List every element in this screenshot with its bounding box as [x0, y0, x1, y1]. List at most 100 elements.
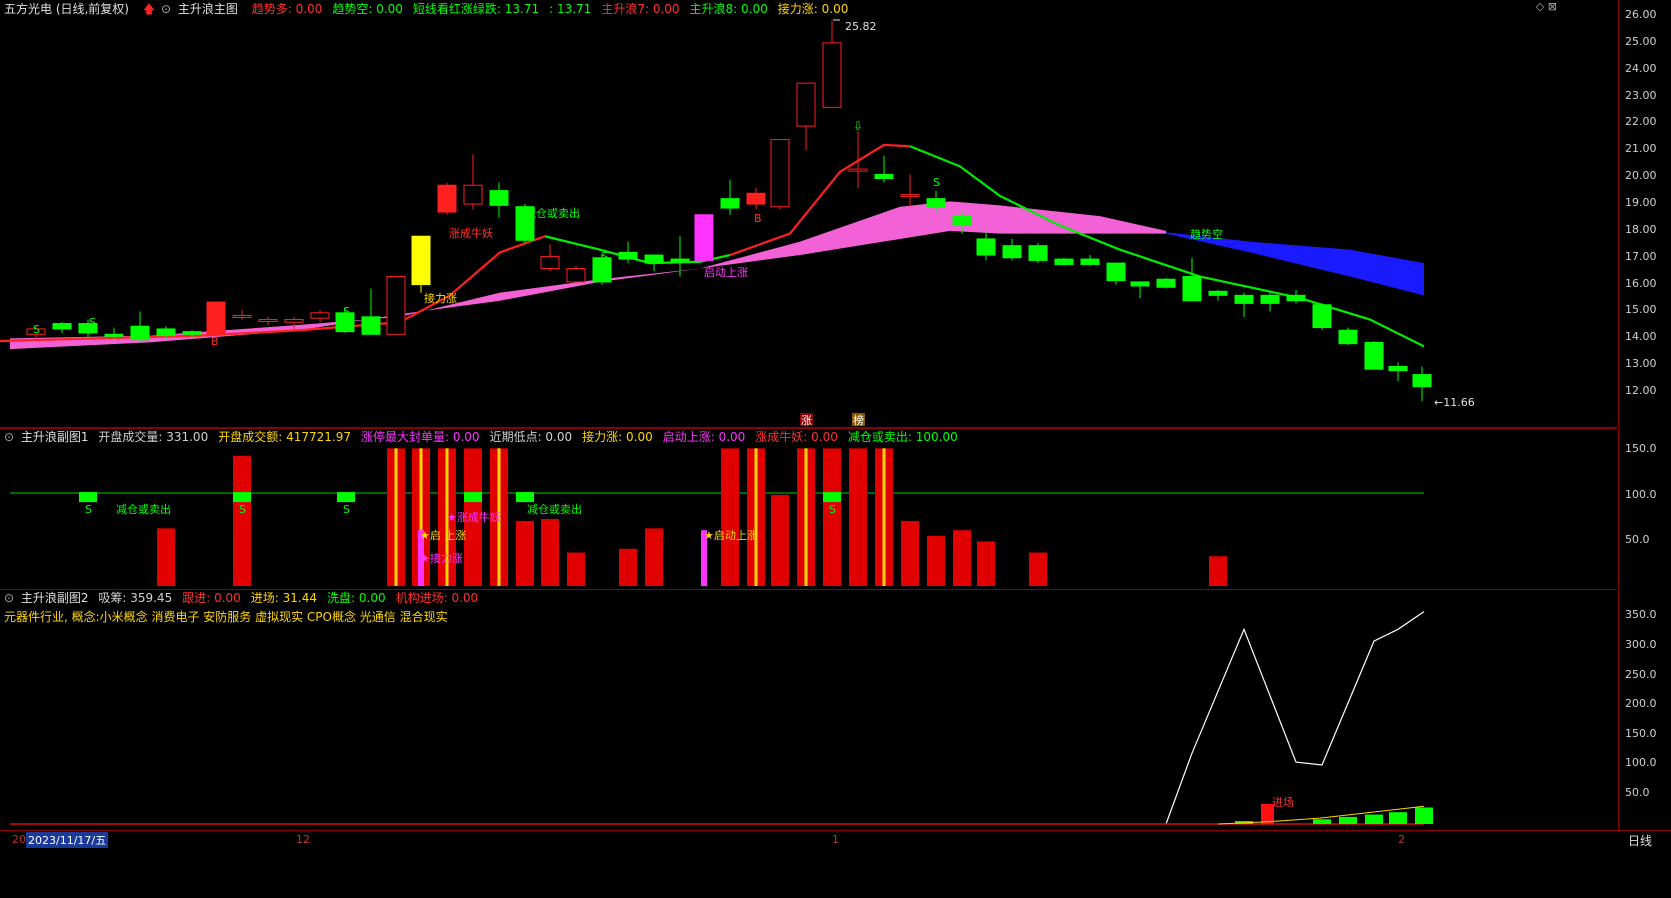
candle-body	[52, 323, 72, 330]
sub1-tick-2: 50.0	[1625, 533, 1650, 546]
main-chart-pane[interactable]: 五方光电 (日线,前复权) 🡅 ⊙ 主升浪主图 趋势多: 0.00 趋势空: 0.…	[0, 0, 1617, 428]
yellow-stripe	[394, 448, 398, 586]
candle-body	[361, 316, 381, 335]
candle-body	[182, 331, 202, 335]
volume-bar	[645, 528, 663, 586]
volume-bar	[567, 552, 585, 586]
candle-body	[694, 214, 714, 261]
label-jiancang: 减仓或卖出	[527, 502, 582, 516]
candle-body	[1182, 276, 1202, 302]
entry-bar	[1389, 812, 1407, 824]
candle-body	[1412, 374, 1432, 388]
candle-body	[952, 215, 972, 227]
candle-body	[976, 238, 996, 256]
sub2-line-chart[interactable]: 进场	[0, 590, 1617, 830]
label-qidong: ★启动上涨	[704, 529, 758, 542]
main-tick-14: 12.00	[1625, 384, 1657, 398]
entry-bar	[1365, 814, 1383, 824]
candle-body	[670, 258, 690, 262]
main-tick-8: 18.00	[1625, 222, 1657, 236]
s-signal: S	[85, 503, 92, 516]
candle-body	[1156, 278, 1176, 288]
volume-bar	[977, 541, 995, 586]
low-price-label: ←11.66	[1434, 396, 1475, 409]
high-price-label: 25.82	[845, 20, 877, 33]
main-tick-6: 20.00	[1625, 169, 1657, 183]
label-jieli: ★接力涨	[420, 552, 463, 565]
volume-bar	[1209, 556, 1227, 586]
b-signal: B	[211, 335, 219, 348]
main-tick-11: 15.00	[1625, 303, 1657, 317]
sub2-tick-3: 200.0	[1625, 697, 1657, 710]
sub1-pane[interactable]: ⊙ 主升浪副图1 开盘成交量: 331.00 开盘成交额: 417721.97 涨停…	[0, 428, 1617, 590]
label-qidong-2: ★启 上涨	[420, 529, 466, 542]
sub2-pane[interactable]: ⊙ 主升浪副图2 吸筹: 359.45 跟进: 0.00 进场: 31.44 洗盘: …	[0, 589, 1617, 831]
candlestick-chart[interactable]: 涨成牛妖 减仓或卖出启动上涨接力涨 趋势空 S S S S S B B 25.82 ←11.66 ⇩ 涨 榜	[0, 0, 1617, 427]
sub2-axis: 350.0 300.0 250.0 200.0 150.0 100.0 50.0	[1618, 589, 1671, 829]
s-signal: S	[33, 323, 40, 336]
candle-body	[1054, 258, 1074, 265]
candle-body	[1388, 366, 1408, 372]
main-tick-13: 13.00	[1625, 357, 1657, 371]
sub1-tick-1: 100.0	[1625, 488, 1657, 501]
volume-bar	[1029, 552, 1047, 586]
down-arrow-icon: ⇩	[853, 119, 863, 133]
candle-body	[489, 190, 509, 206]
cursor-date: 2023/11/17/五	[26, 832, 109, 848]
candle-body	[156, 328, 176, 337]
yellow-stripe	[804, 448, 808, 586]
candle-body	[310, 312, 330, 319]
candle-body	[206, 301, 226, 335]
candle-body	[1130, 281, 1150, 287]
ma-band	[10, 201, 1166, 350]
label-jiancang: 减仓或卖出	[525, 206, 580, 220]
candle-body	[900, 194, 920, 198]
candle-body	[1106, 262, 1126, 282]
marker-bang: 榜	[853, 413, 864, 427]
main-tick-4: 22.00	[1625, 115, 1657, 129]
candle-body	[1338, 329, 1358, 345]
sub2-tick-2: 250.0	[1625, 668, 1657, 681]
volume-bar	[953, 530, 971, 586]
candle-body	[386, 276, 406, 335]
sub1-tick-0: 150.0	[1625, 442, 1657, 455]
candle-body	[104, 333, 124, 337]
sub1-bar-chart[interactable]: 减仓或卖出 减仓或卖出 ★启动上涨 ★涨成牛妖 ★接力涨 ★启 上涨 S S S S	[0, 429, 1617, 589]
candle-body	[618, 251, 638, 260]
label-entry: 进场	[1272, 795, 1294, 809]
s-signal: S	[343, 503, 350, 516]
sell-signal-bar	[79, 492, 97, 503]
yellow-stripe	[754, 448, 758, 586]
sell-signal-bar	[516, 492, 534, 503]
b-signal: B	[754, 212, 762, 225]
candle-body	[232, 314, 252, 318]
sub2-tick-5: 100.0	[1625, 756, 1657, 769]
sell-signal-bar	[233, 492, 251, 503]
volume-bar	[233, 455, 251, 586]
s-signal: S	[239, 503, 246, 516]
sub2-tick-6: 50.0	[1625, 786, 1650, 799]
candle-body	[926, 198, 946, 208]
time-month-1: 1	[832, 833, 839, 846]
yellow-stripe	[882, 448, 886, 586]
main-tick-12: 14.00	[1625, 330, 1657, 344]
label-zhangcheng: ★涨成牛妖	[447, 510, 501, 524]
sell-signal-bar	[337, 492, 355, 503]
period-label[interactable]: 日线	[1628, 832, 1652, 849]
candle-body	[796, 82, 816, 127]
time-axis[interactable]: 20 2023/11/17/五 12 1 2 日线	[0, 830, 1671, 849]
volume-bar	[849, 448, 867, 586]
main-tick-5: 21.00	[1625, 142, 1657, 156]
marker-zhang: 涨	[801, 414, 812, 427]
main-tick-10: 16.00	[1625, 276, 1657, 290]
candle-body	[1364, 341, 1384, 370]
candle-body	[644, 254, 664, 264]
label-jieli: 接力涨	[424, 292, 457, 305]
candle-body	[720, 198, 740, 209]
main-tick-7: 19.00	[1625, 196, 1657, 210]
candle-body	[1080, 258, 1100, 265]
time-month-12: 12	[296, 833, 310, 846]
entry-bar	[1313, 819, 1331, 824]
volume-bar	[157, 528, 175, 586]
volume-bar	[901, 520, 919, 586]
